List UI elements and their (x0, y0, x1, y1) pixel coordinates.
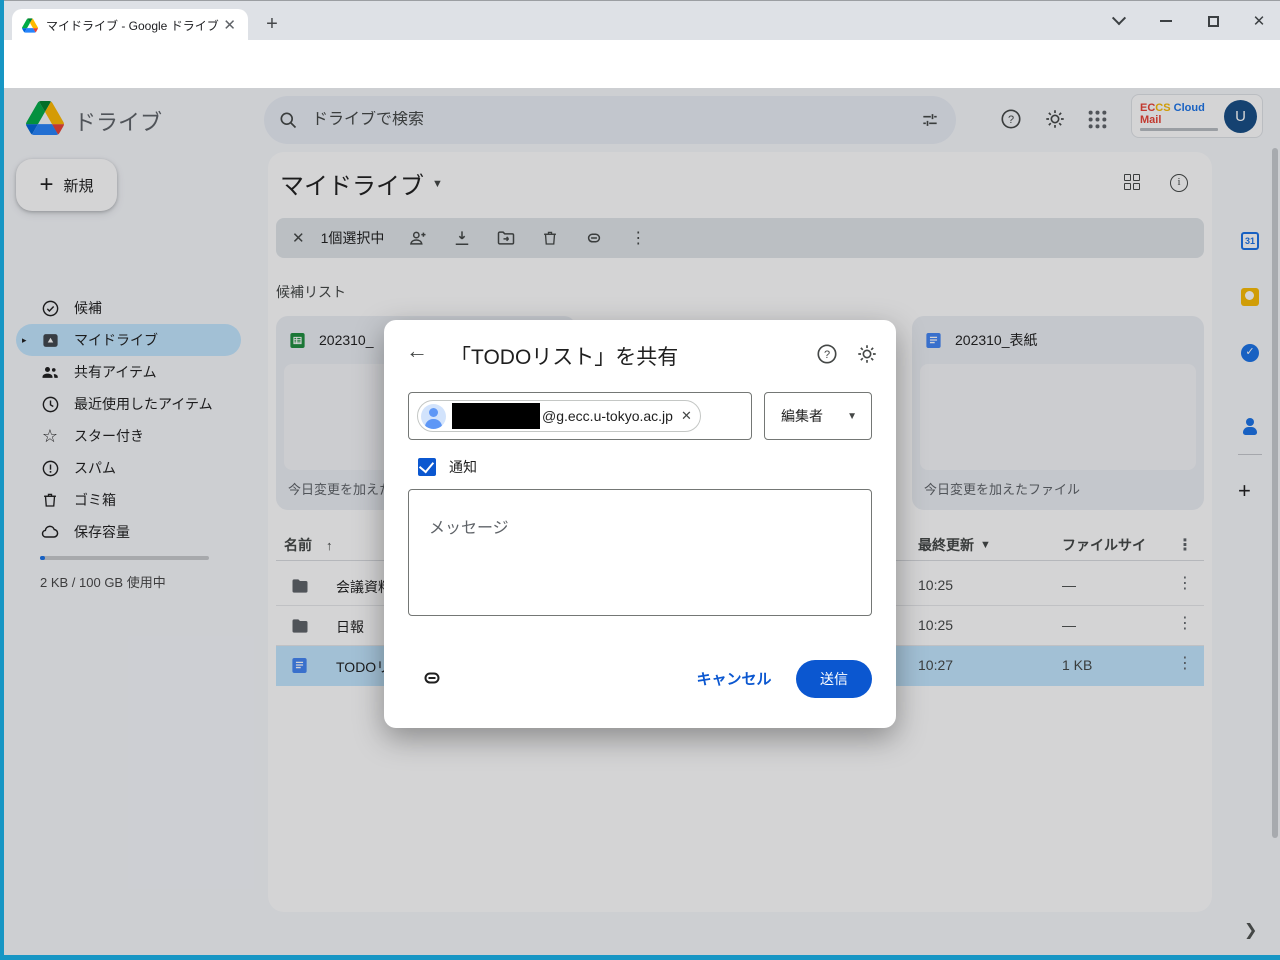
new-tab-button[interactable]: + (258, 11, 286, 39)
remove-recipient-icon[interactable]: ✕ (679, 408, 692, 424)
notify-label: 通知 (449, 457, 477, 477)
role-value: 編集者 (781, 406, 823, 426)
browser-tab[interactable]: マイドライブ - Google ドライブ ✕ (12, 9, 248, 41)
window-close-button[interactable]: ✕ (1236, 1, 1280, 41)
drive-page: ドライブ ? ECCS Cloud Mail U + 新規 (0, 88, 1280, 955)
window-maximize-button[interactable] (1190, 1, 1236, 41)
recipient-input[interactable]: @g.ecc.u-tokyo.ac.jp ✕ (408, 392, 752, 440)
window-minimize-button[interactable] (1143, 1, 1189, 41)
send-button[interactable]: 送信 (796, 660, 872, 698)
dialog-settings-icon[interactable] (856, 343, 878, 365)
dropdown-caret-icon: ▼ (847, 411, 857, 422)
tab-search-icon[interactable] (1096, 1, 1142, 41)
tab-close-icon[interactable]: ✕ (219, 14, 240, 36)
person-avatar-icon (421, 404, 446, 429)
svg-text:?: ? (824, 349, 830, 361)
dialog-back-icon[interactable]: ← (406, 338, 428, 364)
dialog-help-icon[interactable]: ? (816, 343, 838, 365)
collapse-panel-icon[interactable]: ❯ (1244, 920, 1257, 940)
redacted-username (452, 403, 540, 429)
message-textarea[interactable] (409, 490, 871, 615)
chip-email-domain: @g.ecc.u-tokyo.ac.jp (542, 408, 673, 424)
drive-favicon (22, 18, 38, 33)
share-dialog: ← 「TODOリスト」を共有 ? @g.ecc.u-tokyo.ac.jp ✕ … (384, 320, 896, 728)
browser-tab-strip: マイドライブ - Google ドライブ ✕ + ✕ (0, 0, 1280, 40)
dialog-title: 「TODOリスト」を共有 (450, 341, 678, 371)
window-edge-highlight (0, 955, 1280, 960)
browser-toolbar: ← → drive.google.com/drive/my-drive ☆ U … (0, 40, 1280, 88)
notify-checkbox[interactable] (418, 458, 436, 476)
role-dropdown[interactable]: 編集者 ▼ (764, 392, 872, 440)
tab-title: マイドライブ - Google ドライブ (46, 17, 219, 34)
copy-link-icon[interactable] (420, 666, 444, 690)
cancel-button[interactable]: キャンセル (682, 668, 786, 689)
window-edge-highlight (0, 0, 4, 960)
recipient-chip[interactable]: @g.ecc.u-tokyo.ac.jp ✕ (417, 400, 701, 432)
message-box (408, 489, 872, 616)
